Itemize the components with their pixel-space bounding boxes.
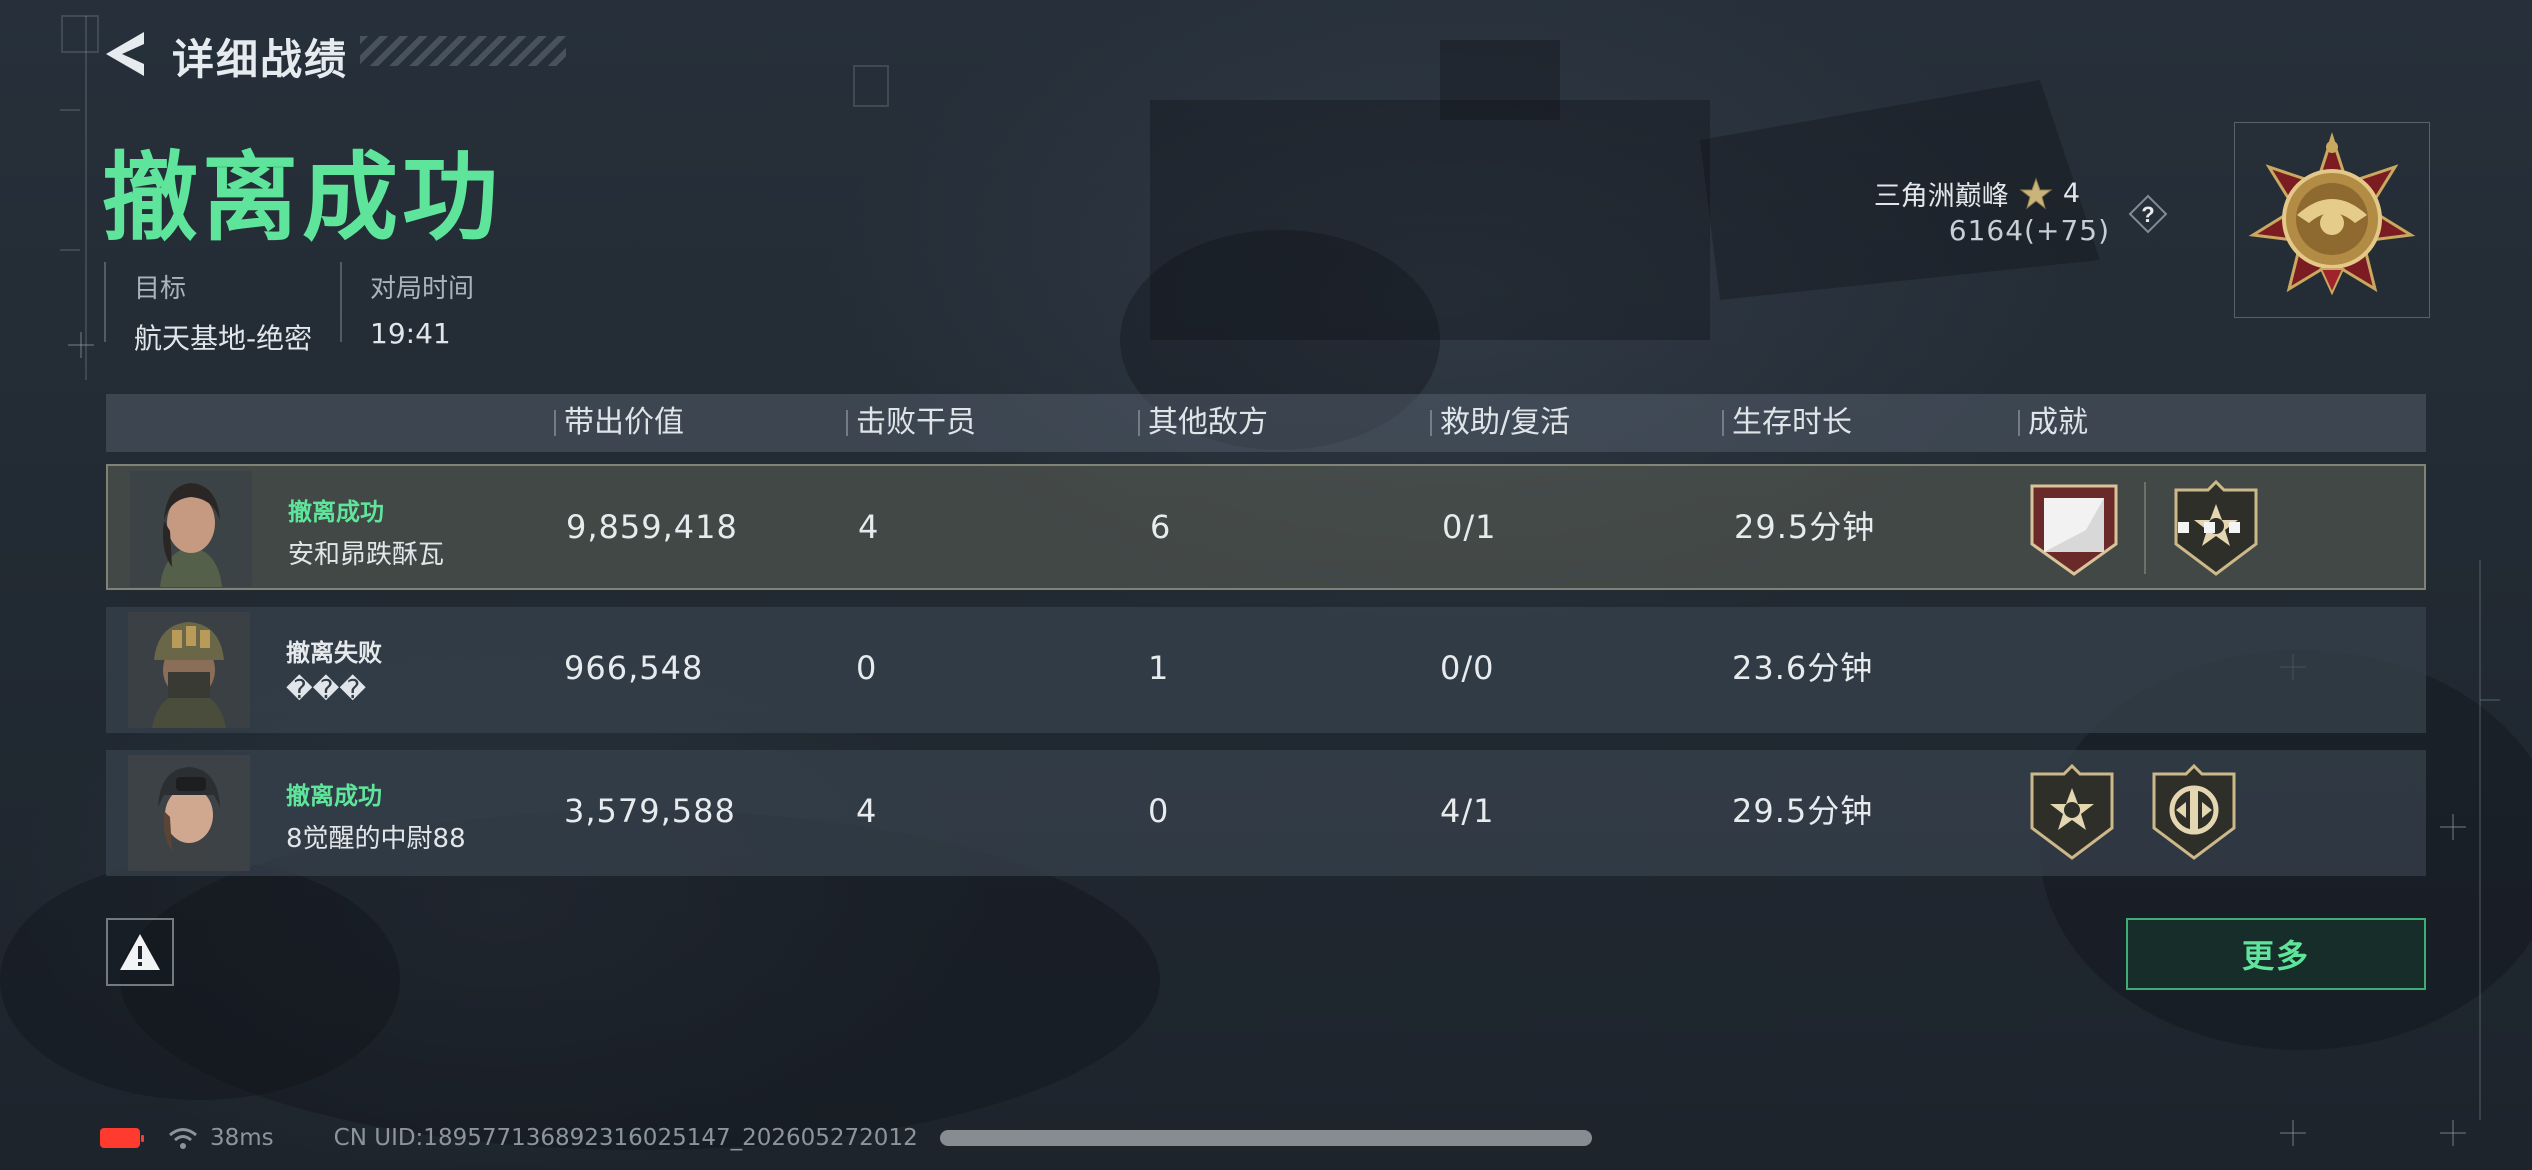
- kills-value: 0: [856, 649, 878, 687]
- player-name: ���: [286, 675, 366, 705]
- achievement-badge[interactable]: [2146, 763, 2242, 862]
- badge-divider: [2144, 482, 2146, 574]
- dot-icon: [2178, 521, 2189, 533]
- battery-icon: [100, 1128, 144, 1148]
- player-avatar: [128, 612, 250, 728]
- survival-value: 29.5分钟: [1734, 508, 1876, 546]
- survival-value: 29.5分钟: [1732, 792, 1874, 830]
- page-title: 详细战绩: [172, 35, 349, 84]
- back-button[interactable]: [96, 26, 156, 82]
- target-info: 目标 航天基地-绝密: [104, 262, 312, 355]
- more-achievements-button[interactable]: [2178, 512, 2240, 542]
- player-status: 撤离失败: [286, 639, 382, 667]
- achievement-badge-icon: [2030, 484, 2118, 576]
- crosshair-deco: [2440, 814, 2466, 840]
- rank-stars: 4: [2062, 178, 2080, 209]
- table-row[interactable]: 撤离成功 安和昴跌酥瓦 9,859,418 4 6 0/1 29.5分钟: [106, 464, 2426, 590]
- extract-value: 3,579,588: [564, 792, 736, 830]
- dot-icon: [2203, 521, 2215, 533]
- result-title: 撤离成功: [102, 142, 502, 254]
- assist-value: 4/1: [1440, 792, 1495, 830]
- achievement-badge[interactable]: [2024, 763, 2120, 862]
- player-avatar: [128, 755, 250, 871]
- more-button[interactable]: 更多: [2126, 918, 2426, 990]
- column-header-survival: 生存时长: [1722, 394, 1852, 452]
- extract-value: 9,859,418: [566, 508, 738, 546]
- rank-info: 三角洲巅峰 4: [1874, 174, 2080, 213]
- rank-score: 6164(+75): [1948, 214, 2110, 247]
- table-header: 带出价值 击败干员 其他敌方 救助/复活 生存时长 成就: [106, 394, 2426, 452]
- operator-portrait-icon: [128, 612, 250, 728]
- rank-emblem[interactable]: [2234, 122, 2430, 318]
- column-header-value: 带出价值: [554, 394, 684, 452]
- achievement-badge-icon: [2152, 763, 2236, 860]
- assist-value: 0/0: [1440, 649, 1495, 687]
- crosshair-deco: [2280, 1120, 2306, 1146]
- help-label: ?: [2141, 202, 2154, 227]
- player-avatar: [130, 471, 252, 587]
- other-enemies-value: 6: [1150, 508, 1172, 546]
- rank-emblem-icon: [2248, 132, 2416, 296]
- report-button[interactable]: [106, 918, 174, 986]
- target-value: 航天基地-绝密: [134, 322, 313, 355]
- player-name: 安和昴跌酥瓦: [288, 540, 445, 570]
- help-icon: ?: [2128, 194, 2168, 234]
- dot-icon: [2229, 521, 2240, 533]
- status-footer: 38ms CN UID:189577136892316025147_202605…: [100, 1120, 918, 1156]
- title-decoration: [360, 36, 566, 66]
- achievement-badge-icon: [2030, 763, 2114, 860]
- rank-name: 三角洲巅峰: [1873, 181, 2009, 212]
- operator-portrait-icon: [130, 471, 252, 587]
- home-indicator[interactable]: [940, 1130, 1592, 1146]
- other-enemies-value: 0: [1148, 792, 1170, 830]
- other-enemies-value: 1: [1148, 649, 1170, 687]
- table-row[interactable]: 撤离成功 8觉醒的中尉88 3,579,588 4 0 4/1 29.5分钟: [106, 750, 2426, 876]
- player-status: 撤离成功: [288, 498, 384, 526]
- warning-icon: [120, 934, 160, 970]
- survival-value: 23.6分钟: [1732, 649, 1874, 687]
- column-header-assist: 救助/复活: [1430, 394, 1570, 452]
- player-status: 撤离成功: [286, 782, 382, 810]
- ping-value: 38ms: [210, 1125, 274, 1151]
- uid-text: CN UID:189577136892316025147_20260527201…: [333, 1125, 918, 1151]
- kills-value: 4: [856, 792, 878, 830]
- kills-value: 4: [858, 508, 880, 546]
- column-header-kills: 击败干员: [846, 394, 976, 452]
- help-button[interactable]: ?: [2128, 194, 2168, 234]
- wifi-icon: [169, 1128, 197, 1149]
- table-row[interactable]: 撤离失败 ��� 966,548 0 1 0/0 23.6分钟: [106, 607, 2426, 733]
- back-arrow-icon: [106, 32, 144, 76]
- operator-portrait-icon: [128, 755, 250, 871]
- assist-value: 0/1: [1442, 508, 1497, 546]
- extract-value: 966,548: [564, 649, 704, 687]
- match-time-value: 19:41: [370, 317, 451, 350]
- player-name: 8觉醒的中尉88: [286, 824, 466, 854]
- star-icon: [2019, 177, 2053, 209]
- crosshair-deco: [68, 332, 94, 358]
- match-time-info: 对局时间 19:41: [340, 262, 475, 350]
- crosshair-deco: [2440, 1120, 2466, 1146]
- target-label: 目标: [134, 274, 187, 304]
- column-header-achievements: 成就: [2018, 394, 2088, 452]
- match-time-label: 对局时间: [370, 274, 475, 304]
- column-header-other-enemies: 其他敌方: [1138, 394, 1268, 452]
- achievement-badge[interactable]: [2026, 480, 2122, 578]
